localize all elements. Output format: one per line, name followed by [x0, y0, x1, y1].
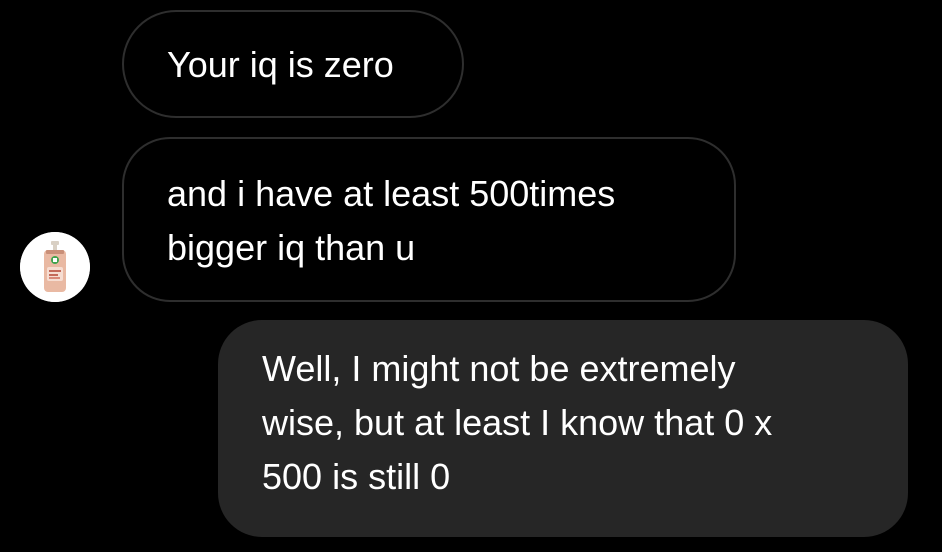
incoming-message-bubble[interactable]: Your iq is zero [122, 10, 464, 118]
message-text-line: Well, I might not be extremely [262, 348, 736, 389]
message-text-line: bigger iq than u [167, 227, 416, 268]
outgoing-message-bubble[interactable]: Well, I might not be extremely wise, but… [218, 320, 908, 537]
message-text-line: and i have at least 500times [167, 173, 616, 214]
message-text-line: Your iq is zero [167, 44, 394, 85]
message-text-line: 500 is still 0 [262, 456, 451, 497]
soap-bottle-icon [20, 232, 90, 302]
message-text-line: wise, but at least I know that 0 x [262, 402, 773, 443]
incoming-message-bubble[interactable]: and i have at least 500times bigger iq t… [122, 137, 736, 302]
sender-avatar[interactable] [20, 232, 90, 302]
